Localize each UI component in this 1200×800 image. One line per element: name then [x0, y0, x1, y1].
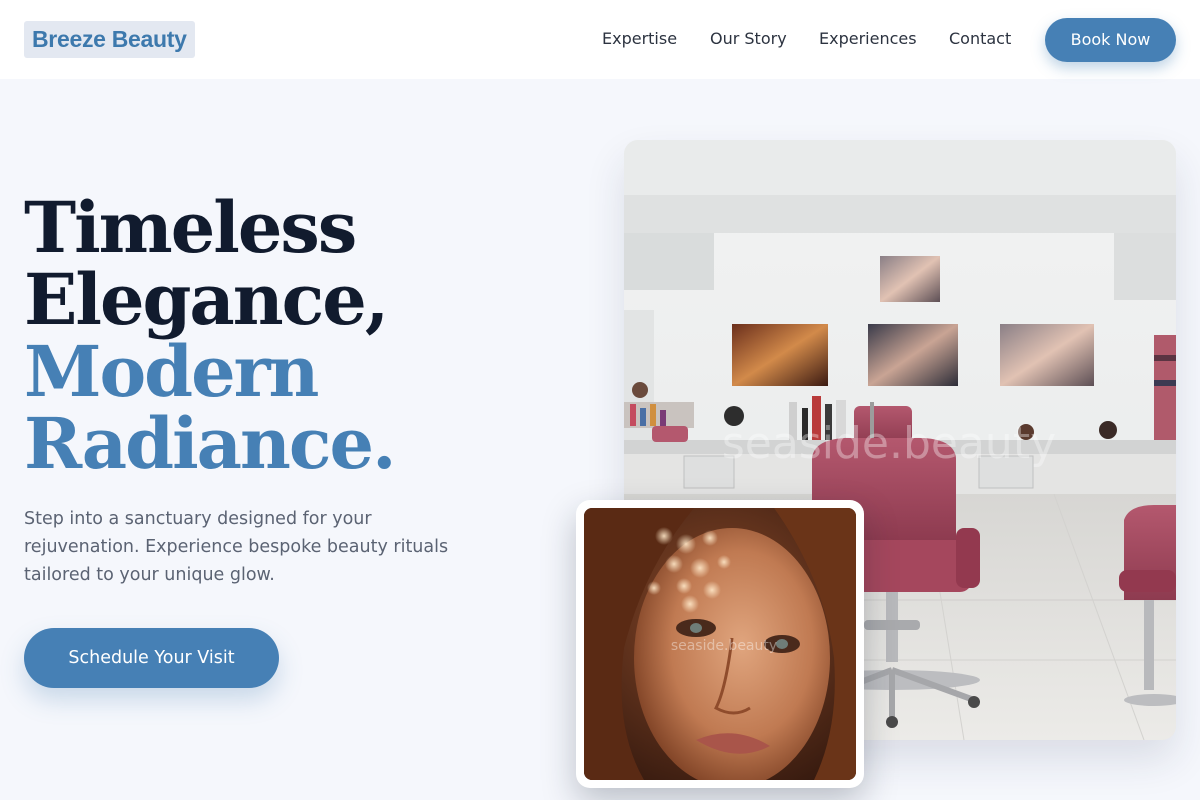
- nav-link-experiences[interactable]: Experiences: [819, 29, 917, 49]
- main-nav: Expertise Our Story Experiences Contact: [0, 0, 1200, 79]
- hero-title-line: Timeless: [24, 186, 357, 269]
- book-now-button[interactable]: Book Now: [1045, 18, 1176, 62]
- hero-subtitle: Step into a sanctuary designed for your …: [24, 509, 449, 585]
- hero-title-accent-line: Radiance.: [24, 402, 396, 485]
- nav-link-our-story[interactable]: Our Story: [710, 29, 787, 49]
- nav-link-expertise[interactable]: Expertise: [602, 29, 677, 49]
- site-header: Breeze Beauty Expertise Our Story Experi…: [0, 0, 1200, 79]
- portrait-image: seaside.beauty: [584, 508, 856, 780]
- nav-link-contact[interactable]: Contact: [949, 29, 1011, 49]
- portrait-watermark: seaside.beauty: [671, 638, 777, 654]
- schedule-visit-button[interactable]: Schedule Your Visit: [24, 628, 279, 688]
- hero-title-accent-line: Modern: [24, 330, 319, 413]
- salon-watermark: seaside.beauty: [722, 418, 1056, 469]
- hero-title-line: Elegance,: [24, 258, 389, 341]
- portrait-frame: seaside.beauty: [576, 500, 864, 788]
- hero-title: Timeless Elegance, Modern Radiance.: [24, 192, 544, 480]
